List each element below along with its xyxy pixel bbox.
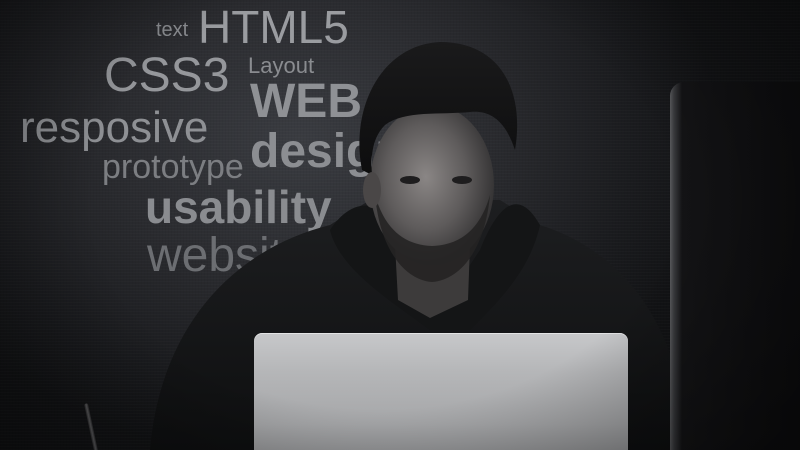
ear-shape	[363, 172, 381, 208]
laptop-lid	[254, 333, 628, 450]
right-eye-shape	[452, 176, 472, 184]
left-eye-shape	[400, 176, 420, 184]
photo-scene: text HTML5 CSS3 Layout WEB resposive des…	[0, 0, 800, 450]
monitor	[670, 82, 800, 450]
